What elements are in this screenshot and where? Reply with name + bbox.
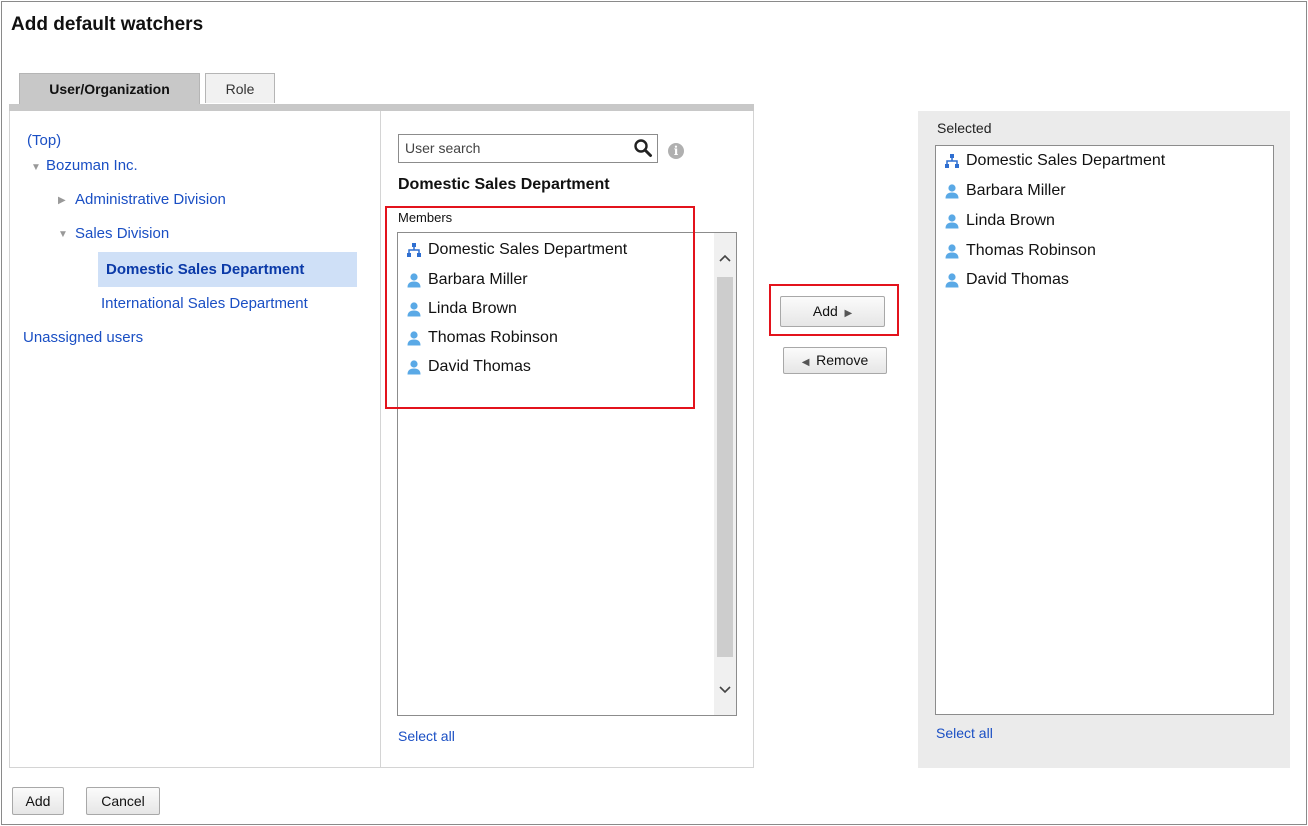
user-icon [945,184,959,199]
info-icon[interactable]: i [668,143,684,159]
list-item-label: Thomas Robinson [428,329,558,346]
list-item[interactable]: David Thomas [406,358,531,376]
organization-icon [407,243,421,257]
list-item[interactable]: Domestic Sales Department [944,152,1165,170]
selected-list[interactable]: Domestic Sales Department Barbara Miller… [935,145,1274,715]
user-search-box [398,134,658,163]
org-tree-panel [9,111,381,768]
list-item[interactable]: Domestic Sales Department [406,241,627,259]
list-item[interactable]: David Thomas [944,271,1069,289]
tab-strip [9,104,754,111]
list-item-label: Barbara Miller [966,182,1066,199]
tree-item-unassigned-users[interactable]: Unassigned users [23,329,143,346]
user-icon [945,273,959,288]
list-item-label: Linda Brown [428,300,517,317]
arrow-left-icon: ◀ [801,357,813,368]
list-item-label: David Thomas [966,271,1069,288]
arrow-right-icon: ▶ [841,308,853,319]
members-scrollbar[interactable] [714,233,736,715]
remove-from-selected-button[interactable]: ◀ Remove [783,347,887,374]
tree-collapse-icon[interactable]: ▼ [58,229,68,240]
list-item-label: Linda Brown [966,212,1055,229]
list-item-label: David Thomas [428,358,531,375]
user-icon [945,244,959,259]
cancel-button[interactable]: Cancel [86,787,160,815]
tree-item-company[interactable]: Bozuman Inc. [46,157,138,174]
list-item[interactable]: Barbara Miller [944,182,1066,200]
add-button[interactable]: Add [12,787,64,815]
list-item[interactable]: Thomas Robinson [944,242,1096,260]
organization-icon [945,154,959,168]
list-item[interactable]: Barbara Miller [406,271,528,289]
user-search-input[interactable] [399,135,619,161]
list-item[interactable]: Thomas Robinson [406,329,558,347]
tree-item-sales-division[interactable]: Sales Division [75,225,169,242]
add-button-label: Add [812,303,838,319]
select-all-selected-link[interactable]: Select all [936,725,993,741]
remove-button-label: Remove [816,352,869,368]
add-to-selected-button[interactable]: Add ▶ [780,296,885,327]
list-item[interactable]: Linda Brown [944,212,1055,230]
user-icon [407,302,421,317]
list-item-label: Domestic Sales Department [966,152,1166,169]
tab-user-organization[interactable]: User/Organization [19,73,200,107]
user-icon [407,331,421,346]
list-item[interactable]: Linda Brown [406,300,517,318]
list-item-label: Domestic Sales Department [428,241,628,258]
tree-item-domestic-sales[interactable]: Domestic Sales Department [106,261,304,278]
tree-item-admin-division[interactable]: Administrative Division [75,191,226,208]
group-title: Domestic Sales Department [398,176,610,193]
tree-expand-icon[interactable]: ▶ [58,195,66,206]
chevron-down-icon[interactable] [714,679,736,701]
tab-role[interactable]: Role [205,73,275,103]
members-label: Members [398,210,453,225]
tree-item-international-sales[interactable]: International Sales Department [101,295,308,312]
list-item-label: Thomas Robinson [966,242,1096,259]
members-list[interactable]: Domestic Sales Department Barbara Miller… [397,232,737,716]
select-all-members-link[interactable]: Select all [398,728,455,744]
selected-label: Selected [937,120,992,136]
page-title: Add default watchers [11,14,204,35]
user-icon [407,360,421,375]
user-icon [945,214,959,229]
scroll-thumb[interactable] [717,277,733,657]
chevron-up-icon[interactable] [714,247,736,269]
search-icon[interactable] [633,138,653,158]
tree-collapse-icon[interactable]: ▼ [31,162,41,173]
user-icon [407,273,421,288]
list-item-label: Barbara Miller [428,271,528,288]
tree-item-top[interactable]: (Top) [27,132,61,149]
